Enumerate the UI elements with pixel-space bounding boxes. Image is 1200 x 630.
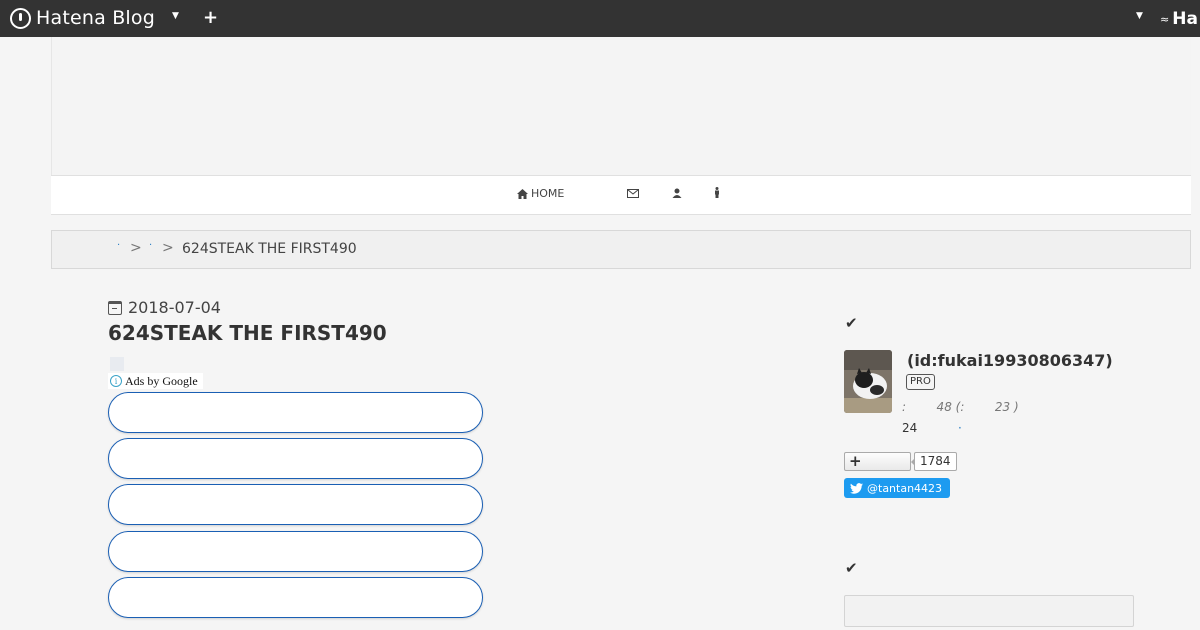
profile-section-check-icon: ✔	[845, 314, 858, 332]
entry-date-text: 2018-07-04	[128, 298, 221, 317]
breadcrumb-separator: >	[162, 240, 174, 256]
breadcrumb-link-category[interactable]: ·	[149, 240, 152, 251]
ad-link-button[interactable]	[108, 531, 483, 572]
calendar-icon	[108, 300, 122, 315]
home-icon	[517, 188, 528, 199]
hatena-wave-icon: ≈	[1160, 12, 1170, 26]
brand-name: Hatena Blog	[36, 7, 155, 29]
breadcrumb-separator: >	[130, 240, 142, 256]
twitter-follow-button[interactable]: @tantan4423	[844, 478, 950, 498]
avatar[interactable]	[844, 350, 892, 413]
follower-count[interactable]: 1784	[911, 452, 957, 471]
ad-link-button[interactable]	[108, 484, 483, 525]
ads-label-text: Ads by Google	[125, 373, 198, 388]
plus-icon: +	[849, 452, 862, 470]
ad-placeholder	[110, 357, 124, 371]
person-icon[interactable]	[714, 187, 720, 201]
hatena-right-logo[interactable]: ≈ Ha	[1160, 9, 1198, 29]
profile-count: 24	[902, 421, 918, 435]
hatena-topbar: Hatena Blog ▼ + ▼ ≈ Ha	[0, 0, 1200, 37]
twitter-handle: @tantan4423	[867, 481, 943, 495]
search-section-check-icon: ✔	[845, 559, 858, 577]
cat-photo-icon	[844, 350, 892, 413]
user-pair-icon[interactable]	[672, 187, 682, 201]
follow-button[interactable]: +	[844, 452, 911, 471]
profile-stats: : 48 (: 23 )	[902, 400, 1019, 414]
add-plus-icon[interactable]: +	[203, 7, 218, 28]
nav-home-label: HOME	[531, 187, 565, 200]
breadcrumb-current: 624STEAK THE FIRST490	[182, 241, 357, 257]
user-menu-chevron-down-icon[interactable]: ▼	[1136, 11, 1143, 21]
hatena-logo-icon	[10, 7, 31, 29]
twitter-bird-icon	[850, 482, 863, 494]
info-icon: i	[110, 375, 122, 387]
hatena-right-text: Ha	[1172, 9, 1198, 29]
profile-id-link[interactable]: (id:fukai19930806347)	[907, 351, 1113, 370]
ad-link-button[interactable]	[108, 577, 483, 618]
breadcrumb: · > · > 624STEAK THE FIRST490	[51, 230, 1191, 269]
search-input[interactable]	[844, 595, 1134, 627]
nav-home-link[interactable]: HOME	[517, 187, 564, 200]
ad-link-button[interactable]	[108, 392, 483, 433]
pro-badge: PRO	[906, 374, 935, 390]
profile-link[interactable]: ·	[958, 421, 962, 435]
envelope-icon[interactable]	[627, 187, 639, 201]
brand-link[interactable]: Hatena Blog	[10, 7, 155, 29]
breadcrumb-link-top[interactable]: ·	[117, 240, 120, 251]
entry-title[interactable]: 624STEAK THE FIRST490	[108, 321, 387, 345]
ads-by-google[interactable]: i Ads by Google	[108, 373, 203, 389]
entry-date[interactable]: 2018-07-04	[108, 298, 221, 317]
ad-link-button[interactable]	[108, 438, 483, 479]
blog-header	[51, 37, 1191, 175]
brand-menu-chevron-down-icon[interactable]: ▼	[172, 11, 179, 21]
global-nav: HOME	[51, 175, 1191, 215]
